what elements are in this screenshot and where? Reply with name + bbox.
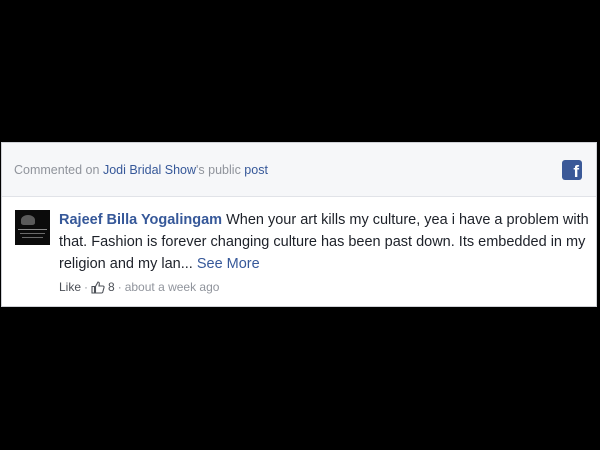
timestamp[interactable]: about a week ago [125,280,220,294]
context-possessive: 's public [196,163,245,177]
facebook-icon[interactable]: f [562,160,582,180]
context-prefix: Commented on [14,163,103,177]
like-count[interactable]: 8 [108,280,115,294]
comment-context: Commented on Jodi Bridal Show's public p… [14,163,268,177]
page-link[interactable]: Jodi Bridal Show [103,163,196,177]
post-link[interactable]: post [244,163,268,177]
separator: · [117,280,122,294]
comment-actions: Like · 8 · about a week ago [59,280,219,294]
avatar[interactable] [15,210,50,245]
see-more-link[interactable]: See More [197,256,260,272]
like-button[interactable]: Like [59,280,81,294]
separator: · [84,280,89,294]
author-link[interactable]: Rajeef Billa Yogalingam [59,212,222,228]
thumbs-up-icon [91,280,105,294]
comment-card-header: Commented on Jodi Bridal Show's public p… [2,143,596,197]
comment-body: Rajeef Billa Yogalingam When your art ki… [59,209,589,275]
comment-card: Commented on Jodi Bridal Show's public p… [1,142,597,307]
